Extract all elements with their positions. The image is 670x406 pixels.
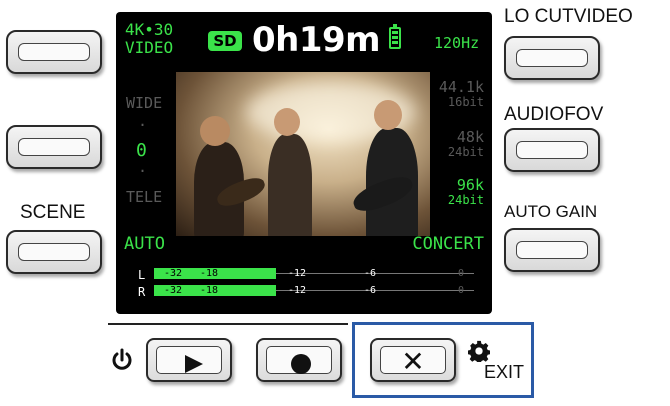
scene-button-label: SCENE bbox=[20, 202, 86, 223]
close-icon: ✕ bbox=[401, 345, 425, 378]
remaining-record-time: 0h19m bbox=[252, 20, 381, 60]
meter-tick: 0 bbox=[458, 268, 465, 279]
meter-tick: -6 bbox=[364, 268, 377, 279]
camera-screen: 4K•30 VIDEO SD 0h19m 120Hz WIDE · 0 · TE… bbox=[116, 12, 492, 314]
zoom-dot-bottom: · bbox=[138, 162, 148, 180]
zoom-wide-label: WIDE bbox=[126, 94, 163, 112]
record-icon bbox=[291, 354, 311, 374]
play-button[interactable] bbox=[146, 338, 232, 382]
scene-button[interactable] bbox=[6, 230, 102, 274]
audio-fov-button[interactable] bbox=[504, 128, 600, 172]
meter-tick: -12 bbox=[288, 268, 307, 279]
exit-label: EXIT bbox=[484, 362, 525, 382]
audio-fov-label: AUDIOFOV bbox=[504, 104, 603, 126]
audio-option-48k: 48k 24bit bbox=[447, 128, 484, 160]
fov-label: FOV bbox=[564, 104, 604, 125]
play-icon bbox=[185, 355, 203, 373]
exit-button[interactable]: ✕ bbox=[370, 338, 456, 382]
video-format-mode: VIDEO bbox=[125, 38, 174, 57]
meter-right-channel: R bbox=[138, 285, 146, 299]
meter-tick: -18 bbox=[200, 268, 219, 279]
meter-row-left: -32 -18 -12 -6 0 bbox=[154, 268, 474, 279]
zoom-tele-label: TELE bbox=[126, 188, 163, 206]
meter-tick: 0 bbox=[458, 285, 465, 296]
auto-gain-label: AUTO GAIN bbox=[504, 202, 598, 221]
frame-rate: 120Hz bbox=[434, 34, 480, 52]
audio-option-44k: 44.1k 16bit bbox=[438, 78, 484, 110]
meter-tick: -6 bbox=[364, 285, 377, 296]
audio-option-96k-selected: 96k 24bit bbox=[447, 176, 484, 208]
video-label: VIDEO bbox=[573, 6, 633, 27]
left-button-top[interactable] bbox=[6, 30, 102, 74]
record-button[interactable] bbox=[256, 338, 342, 382]
lo-cut-video-button[interactable] bbox=[504, 36, 600, 80]
sd-card-badge: SD bbox=[208, 31, 242, 51]
power-icon bbox=[112, 348, 132, 370]
gear-icon bbox=[468, 340, 490, 362]
zoom-value: 0 bbox=[136, 140, 147, 161]
meter-tick: -32 bbox=[164, 285, 183, 296]
sound-mode-value: CONCERT bbox=[412, 234, 484, 254]
meter-tick: -32 bbox=[164, 268, 183, 279]
lo-cut-video-label: LO CUTVIDEO bbox=[504, 6, 633, 28]
meter-left-channel: L bbox=[138, 268, 146, 282]
meter-tick: -12 bbox=[288, 285, 307, 296]
meter-row-right: -32 -18 -12 -6 0 bbox=[154, 285, 474, 296]
scene-value: AUTO bbox=[124, 234, 165, 254]
lo-cut-label: LO CUT bbox=[504, 6, 574, 27]
live-view-image bbox=[176, 72, 430, 236]
audio-label: AUDIO bbox=[504, 104, 565, 125]
auto-gain-button[interactable] bbox=[504, 228, 600, 272]
zoom-dot-top: · bbox=[138, 116, 148, 134]
battery-icon bbox=[389, 24, 401, 49]
meter-tick: -18 bbox=[200, 285, 219, 296]
left-button-middle[interactable] bbox=[6, 125, 102, 169]
video-format-resolution: 4K•30 bbox=[125, 20, 174, 39]
bottom-divider bbox=[108, 323, 348, 325]
